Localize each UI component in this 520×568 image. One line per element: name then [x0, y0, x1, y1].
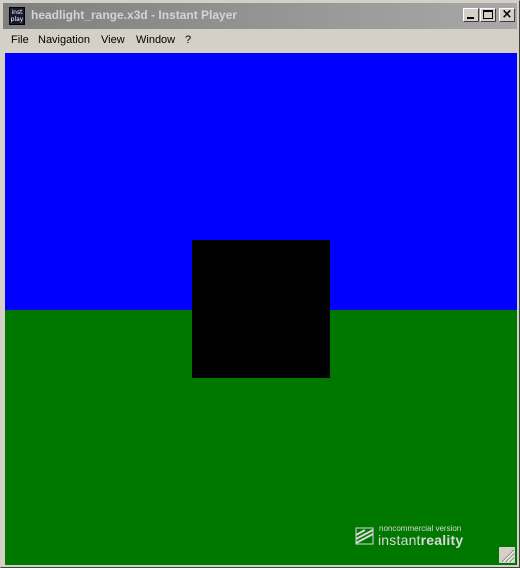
- menu-window[interactable]: Window: [136, 34, 175, 46]
- 3d-viewport[interactable]: noncommercial version instantreality: [5, 53, 517, 565]
- menu-help[interactable]: ?: [185, 34, 191, 46]
- watermark-title: instantreality: [378, 532, 463, 548]
- watermark-title-prefix: instant: [378, 532, 421, 548]
- instantreality-watermark: noncommercial version instantreality: [355, 524, 495, 548]
- menu-bar: File Navigation View Window ?: [3, 31, 517, 51]
- app-icon-text-top: inst: [11, 9, 23, 16]
- title-bar[interactable]: inst play headlight_range.x3d - Instant …: [3, 3, 517, 29]
- menu-file[interactable]: File: [11, 34, 29, 46]
- instantreality-logo-icon: [355, 527, 374, 545]
- close-icon: ×: [501, 7, 513, 22]
- instant-player-window: inst play headlight_range.x3d - Instant …: [0, 0, 520, 568]
- resize-grip-icon[interactable]: [499, 547, 515, 563]
- maximize-button[interactable]: [480, 8, 496, 22]
- minimize-icon: [467, 17, 474, 19]
- menu-navigation[interactable]: Navigation: [38, 34, 90, 46]
- menu-view[interactable]: View: [101, 34, 125, 46]
- black-box-object: [192, 240, 330, 378]
- watermark-title-suffix: reality: [420, 532, 464, 548]
- minimize-button[interactable]: [463, 8, 479, 22]
- close-button[interactable]: ×: [499, 7, 515, 22]
- window-title: headlight_range.x3d - Instant Player: [31, 8, 238, 22]
- app-icon-text-bottom: play: [10, 16, 24, 23]
- maximize-icon: [483, 10, 493, 19]
- instant-player-icon[interactable]: inst play: [9, 7, 25, 25]
